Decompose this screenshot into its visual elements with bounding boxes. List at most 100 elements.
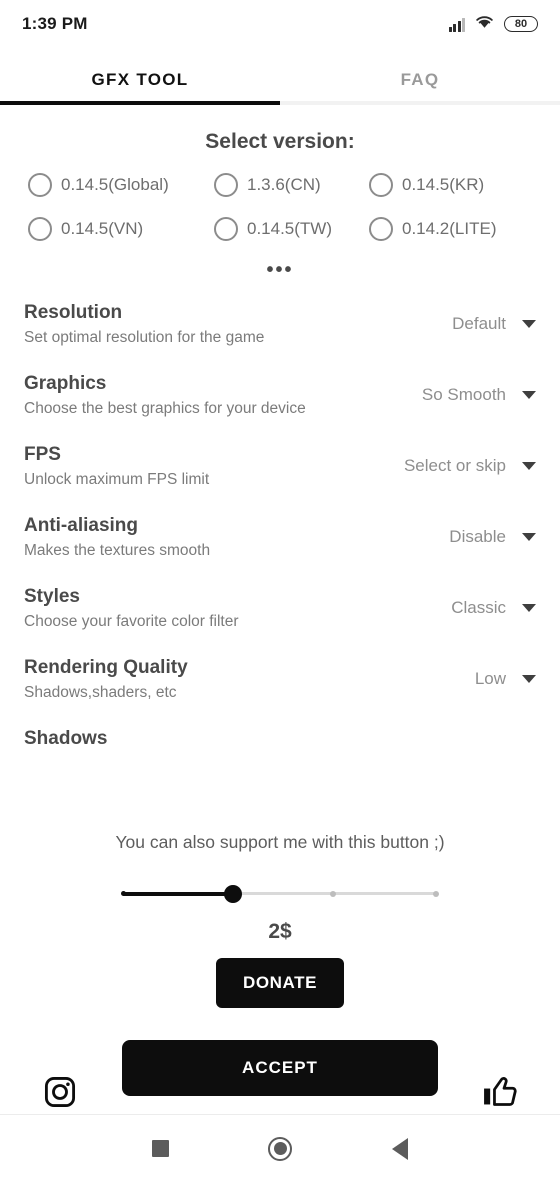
select-version-title: Select version:	[205, 130, 355, 153]
slider-fill	[122, 891, 233, 896]
nav-back-button[interactable]	[340, 1137, 460, 1160]
setting-dropdown[interactable]: Select or skip	[404, 442, 536, 476]
setting-subtitle: Shadows,shaders, etc	[24, 684, 177, 701]
setting-row-resolution[interactable]: Resolution Set optimal resolution for th…	[0, 300, 560, 349]
setting-subtitle: Set optimal resolution for the game	[24, 329, 265, 346]
bottom-action-bar: ACCEPT	[0, 1028, 560, 1114]
setting-row-graphics[interactable]: Graphics Choose the best graphics for yo…	[0, 371, 560, 420]
wifi-icon	[474, 14, 495, 35]
version-option-label: 0.14.5(TW)	[247, 219, 333, 238]
donate-amount-slider[interactable]	[121, 882, 439, 906]
battery-indicator: 80	[504, 16, 538, 32]
app-root: 1:39 PM 80 GFX TOOL FAQ Select version:	[0, 0, 560, 1182]
setting-dropdown[interactable]: Classic	[451, 584, 536, 618]
version-option-global[interactable]: 0.14.5(Global)	[28, 173, 214, 197]
version-option-tw[interactable]: 0.14.5(TW)	[214, 217, 369, 241]
instagram-icon[interactable]	[38, 1072, 82, 1112]
version-option-cn[interactable]: 1.3.6(CN)	[214, 173, 369, 197]
radio-icon[interactable]	[28, 217, 52, 241]
donate-message: You can also support me with this button…	[115, 832, 445, 852]
tab-bar: GFX TOOL FAQ	[0, 56, 560, 104]
setting-title: Rendering Quality	[24, 657, 188, 678]
chevron-down-icon[interactable]	[522, 320, 536, 328]
circle-home-icon[interactable]	[268, 1136, 292, 1161]
slider-tick	[433, 890, 439, 897]
more-versions-icon[interactable]: •••	[0, 260, 560, 280]
setting-title: Anti-aliasing	[24, 515, 139, 536]
setting-subtitle: Makes the textures smooth	[24, 542, 211, 559]
tab-faq[interactable]: FAQ	[280, 56, 560, 104]
status-icons: 80	[448, 14, 538, 35]
setting-title: Resolution	[24, 302, 123, 323]
setting-title: Styles	[24, 586, 80, 607]
setting-row-rendering-quality[interactable]: Rendering Quality Shadows,shaders, etc L…	[0, 655, 560, 704]
setting-dropdown[interactable]: Default	[452, 300, 536, 334]
version-row: 0.14.5(Global) 1.3.6(CN) 0.14.5(KR)	[28, 163, 532, 207]
version-option-lite[interactable]: 0.14.2(LITE)	[369, 217, 529, 241]
setting-value: Low	[474, 669, 506, 688]
radio-icon[interactable]	[28, 173, 52, 197]
slider-thumb[interactable]	[223, 885, 242, 903]
setting-value: Disable	[449, 527, 506, 546]
tab-indicator	[0, 101, 560, 105]
setting-subtitle: Choose your favorite color filter	[24, 613, 239, 630]
nav-recents-button[interactable]	[100, 1140, 220, 1157]
chevron-down-icon[interactable]	[522, 462, 536, 470]
thumbs-up-icon[interactable]	[478, 1072, 522, 1112]
setting-title: Graphics	[24, 373, 107, 394]
setting-value: Classic	[451, 598, 506, 617]
setting-title: Shadows	[24, 728, 108, 749]
chevron-down-icon[interactable]	[522, 604, 536, 612]
accept-button[interactable]: ACCEPT	[122, 1040, 438, 1096]
setting-value: So Smooth	[421, 385, 506, 404]
status-bar: 1:39 PM 80	[0, 0, 560, 48]
chevron-down-icon[interactable]	[522, 391, 536, 399]
triangle-back-icon[interactable]	[392, 1137, 408, 1160]
tab-indicator-inactive	[280, 101, 560, 105]
status-time: 1:39 PM	[22, 14, 88, 33]
version-options: 0.14.5(Global) 1.3.6(CN) 0.14.5(KR) 0.14…	[28, 163, 532, 251]
signal-bars-icon	[448, 17, 465, 32]
setting-row-anti-aliasing[interactable]: Anti-aliasing Makes the textures smooth …	[0, 513, 560, 562]
setting-text: FPS Unlock maximum FPS limit	[24, 442, 209, 491]
tab-indicator-active	[0, 101, 280, 105]
square-recents-icon[interactable]	[151, 1140, 169, 1157]
setting-text: Rendering Quality Shadows,shaders, etc	[24, 655, 188, 704]
chevron-down-icon[interactable]	[522, 533, 536, 541]
setting-dropdown[interactable]: Low	[475, 655, 536, 689]
version-option-vn[interactable]: 0.14.5(VN)	[28, 217, 214, 241]
android-nav-bar	[0, 1115, 560, 1182]
version-option-label: 1.3.6(CN)	[247, 175, 321, 194]
tab-gfx-tool[interactable]: GFX TOOL	[0, 56, 280, 104]
setting-text: Styles Choose your favorite color filter	[24, 584, 239, 633]
version-option-label: 0.14.5(Global)	[61, 175, 169, 194]
setting-text: Anti-aliasing Makes the textures smooth	[24, 513, 210, 562]
settings-list[interactable]: Resolution Set optimal resolution for th…	[0, 300, 560, 824]
radio-icon[interactable]	[214, 173, 238, 197]
setting-title: FPS	[24, 444, 61, 465]
radio-icon[interactable]	[214, 217, 238, 241]
setting-text: Shadows	[24, 726, 107, 752]
donate-panel: You can also support me with this button…	[0, 818, 560, 1028]
chevron-down-icon[interactable]	[522, 675, 536, 683]
setting-dropdown[interactable]: So Smooth	[422, 371, 536, 405]
slider-tick	[330, 890, 336, 897]
setting-text: Graphics Choose the best graphics for yo…	[24, 371, 306, 420]
nav-home-button[interactable]	[220, 1136, 340, 1161]
donate-button[interactable]: DONATE	[216, 958, 344, 1008]
radio-icon[interactable]	[369, 217, 393, 241]
setting-text: Resolution Set optimal resolution for th…	[24, 300, 264, 349]
version-option-label: 0.14.5(KR)	[402, 175, 485, 194]
setting-row-fps[interactable]: FPS Unlock maximum FPS limit Select or s…	[0, 442, 560, 491]
setting-value: Default	[452, 314, 506, 333]
version-option-kr[interactable]: 0.14.5(KR)	[369, 173, 529, 197]
setting-value: Select or skip	[403, 456, 506, 475]
version-row: 0.14.5(VN) 0.14.5(TW) 0.14.2(LITE)	[28, 207, 532, 251]
setting-dropdown[interactable]: Disable	[449, 513, 536, 547]
setting-subtitle: Unlock maximum FPS limit	[24, 471, 210, 488]
radio-icon[interactable]	[369, 173, 393, 197]
version-option-label: 0.14.5(VN)	[61, 219, 144, 238]
setting-row-shadows[interactable]: Shadows	[0, 726, 560, 752]
setting-row-styles[interactable]: Styles Choose your favorite color filter…	[0, 584, 560, 633]
setting-subtitle: Choose the best graphics for your device	[24, 400, 306, 417]
